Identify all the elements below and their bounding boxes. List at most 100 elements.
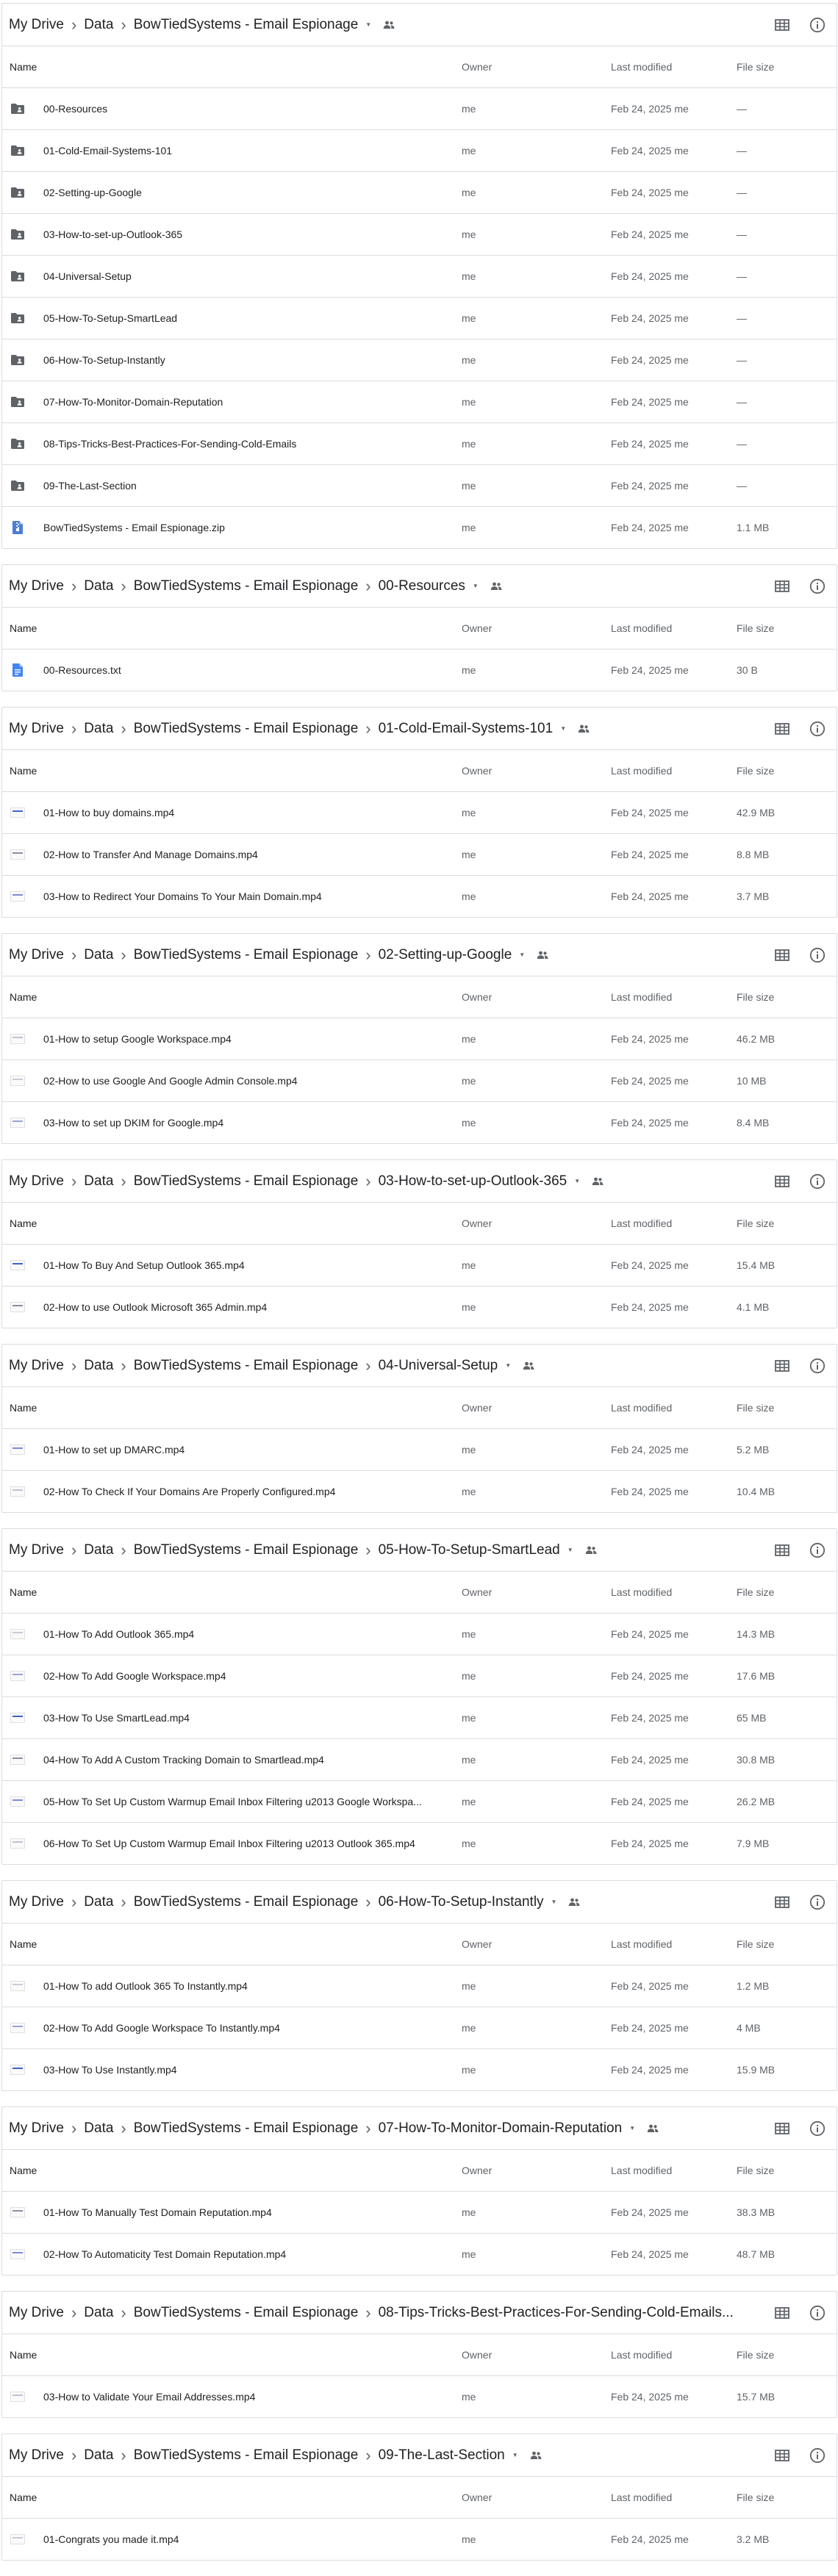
breadcrumb-item[interactable]: Data (84, 578, 113, 594)
breadcrumb-item[interactable]: Data (84, 17, 113, 33)
breadcrumb-item[interactable]: 03-How-to-set-up-Outlook-365 (379, 1173, 567, 1190)
file-row[interactable]: 01-How to buy domains.mp4 me Feb 24, 2025 … (2, 791, 837, 833)
file-row[interactable]: 02-How to use Google And Google Admin Co… (2, 1059, 837, 1101)
file-row[interactable]: 01-Congrats you made it.mp4 me Feb 24, 202… (2, 2518, 837, 2560)
file-name[interactable]: 00-Resources.txt (43, 664, 121, 676)
column-name[interactable]: Name (2, 1217, 462, 1229)
column-owner[interactable]: Owner (462, 2492, 611, 2503)
column-name[interactable]: Name (2, 1938, 462, 1950)
breadcrumb-item[interactable]: 04-Universal-Setup (379, 1358, 498, 1374)
grid-view-icon[interactable] (773, 946, 791, 964)
file-row[interactable]: 03-How to set up DKIM for Google.mp4 me Fe… (2, 1101, 837, 1143)
info-icon[interactable] (809, 1357, 826, 1375)
column-name[interactable]: Name (2, 1586, 462, 1598)
file-name[interactable]: 00-Resources (43, 103, 107, 115)
column-last-modified[interactable]: Last modified (611, 1938, 737, 1950)
info-icon[interactable] (809, 2447, 826, 2464)
column-file-size[interactable]: File size (737, 61, 832, 73)
breadcrumb-item[interactable]: 08-Tips-Tricks-Best-Practices-For-Sendin… (379, 2305, 734, 2321)
breadcrumb-item[interactable]: My Drive (9, 1542, 64, 1558)
breadcrumb-item[interactable]: My Drive (9, 17, 64, 33)
column-name[interactable]: Name (2, 1402, 462, 1414)
caret-down-icon[interactable]: ▼ (519, 951, 525, 958)
column-last-modified[interactable]: Last modified (611, 61, 737, 73)
breadcrumb-item[interactable]: BowTiedSystems - Email Espionage (134, 947, 359, 963)
file-name[interactable]: 02-Setting-up-Google (43, 187, 142, 198)
caret-down-icon[interactable]: ▼ (629, 2125, 635, 2131)
breadcrumb-item[interactable]: My Drive (9, 578, 64, 594)
column-last-modified[interactable]: Last modified (611, 2349, 737, 2361)
file-name[interactable]: 01-How to buy domains.mp4 (43, 807, 174, 819)
file-name[interactable]: 03-How to Redirect Your Domains To Your … (43, 891, 322, 902)
breadcrumb-item[interactable]: 01-Cold-Email-Systems-101 (379, 721, 554, 737)
caret-down-icon[interactable]: ▼ (560, 725, 566, 732)
file-row[interactable]: 02-How To Add Google Workspace To Instan… (2, 2007, 837, 2048)
file-row[interactable]: 01-How to set up DMARC.mp4 me Feb 24, 2025… (2, 1428, 837, 1470)
breadcrumb-item[interactable]: BowTiedSystems - Email Espionage (134, 1542, 359, 1558)
file-row[interactable]: 00-Resources me Feb 24, 2025 me — (2, 87, 837, 129)
info-icon[interactable] (809, 1893, 826, 1911)
breadcrumb-item[interactable]: 02-Setting-up-Google (379, 947, 512, 963)
file-row[interactable]: 03-How To Use Instantly.mp4 me Feb 24, 202… (2, 2048, 837, 2090)
breadcrumb-item[interactable]: My Drive (9, 1173, 64, 1190)
column-owner[interactable]: Owner (462, 2349, 611, 2361)
file-name[interactable]: BowTiedSystems - Email Espionage.zip (43, 522, 225, 533)
breadcrumb-item[interactable]: BowTiedSystems - Email Espionage (134, 2447, 359, 2464)
caret-down-icon[interactable]: ▼ (365, 21, 371, 28)
breadcrumb-item[interactable]: My Drive (9, 721, 64, 737)
breadcrumb-item[interactable]: Data (84, 1542, 113, 1558)
file-name[interactable]: 02-How to Transfer And Manage Domains.mp… (43, 849, 258, 860)
file-row[interactable]: 01-How To add Outlook 365 To Instantly.m… (2, 1965, 837, 2007)
breadcrumb-item[interactable]: My Drive (9, 2305, 64, 2321)
file-row[interactable]: 01-How to setup Google Workspace.mp4 me Fe… (2, 1018, 837, 1059)
file-row[interactable]: 01-Cold-Email-Systems-101 me Feb 24, 2025 … (2, 129, 837, 171)
column-last-modified[interactable]: Last modified (611, 622, 737, 634)
column-name[interactable]: Name (2, 2492, 462, 2503)
caret-down-icon[interactable]: ▼ (505, 1362, 511, 1369)
grid-view-icon[interactable] (773, 720, 791, 738)
column-file-size[interactable]: File size (737, 2349, 832, 2361)
file-name[interactable]: 07-How-To-Monitor-Domain-Reputation (43, 396, 223, 408)
breadcrumb-item[interactable]: My Drive (9, 1894, 64, 1910)
file-row[interactable]: 02-How To Add Google Workspace.mp4 me Feb … (2, 1655, 837, 1697)
column-owner[interactable]: Owner (462, 1402, 611, 1414)
file-row[interactable]: 03-How to Redirect Your Domains To Your … (2, 875, 837, 917)
breadcrumb-item[interactable]: BowTiedSystems - Email Espionage (134, 2305, 359, 2321)
grid-view-icon[interactable] (773, 2304, 791, 2322)
grid-view-icon[interactable] (773, 1893, 791, 1911)
file-name[interactable]: 06-How-To-Setup-Instantly (43, 354, 165, 366)
breadcrumb-item[interactable]: BowTiedSystems - Email Espionage (134, 1358, 359, 1374)
column-file-size[interactable]: File size (737, 1586, 832, 1598)
column-file-size[interactable]: File size (737, 1217, 832, 1229)
file-row[interactable]: 06-How To Set Up Custom Warmup Email Inb… (2, 1822, 837, 1864)
file-row[interactable]: 00-Resources.txt me Feb 24, 2025 me 30 B (2, 649, 837, 691)
breadcrumb-item[interactable]: Data (84, 1173, 113, 1190)
file-row[interactable]: 04-How To Add A Custom Tracking Domain t… (2, 1738, 837, 1780)
file-name[interactable]: 03-How-to-set-up-Outlook-365 (43, 229, 182, 240)
column-owner[interactable]: Owner (462, 1217, 611, 1229)
file-name[interactable]: 02-How To Add Google Workspace.mp4 (43, 1670, 226, 1682)
column-owner[interactable]: Owner (462, 61, 611, 73)
file-name[interactable]: 03-How to Validate Your Email Addresses.… (43, 2391, 255, 2403)
file-name[interactable]: 03-How To Use Instantly.mp4 (43, 2064, 177, 2076)
info-icon[interactable] (809, 1541, 826, 1559)
column-file-size[interactable]: File size (737, 2492, 832, 2503)
info-icon[interactable] (809, 578, 826, 595)
column-owner[interactable]: Owner (462, 1938, 611, 1950)
file-name[interactable]: 01-How to set up DMARC.mp4 (43, 1444, 185, 1456)
file-name[interactable]: 01-How To add Outlook 365 To Instantly.m… (43, 1980, 248, 1992)
file-row[interactable]: 03-How-to-set-up-Outlook-365 me Feb 24, 20… (2, 213, 837, 255)
file-name[interactable]: 03-How to set up DKIM for Google.mp4 (43, 1117, 223, 1129)
file-row[interactable]: 01-How To Buy And Setup Outlook 365.mp4 m… (2, 1244, 837, 1286)
breadcrumb-item[interactable]: 07-How-To-Monitor-Domain-Reputation (379, 2120, 623, 2137)
file-name[interactable]: 06-How To Set Up Custom Warmup Email Inb… (43, 1838, 415, 1849)
file-row[interactable]: 02-How to Transfer And Manage Domains.mp… (2, 833, 837, 875)
breadcrumb-item[interactable]: BowTiedSystems - Email Espionage (134, 578, 359, 594)
file-name[interactable]: 04-How To Add A Custom Tracking Domain t… (43, 1754, 324, 1766)
grid-view-icon[interactable] (773, 2447, 791, 2464)
file-row[interactable]: 09-The-Last-Section me Feb 24, 2025 me — (2, 464, 837, 506)
info-icon[interactable] (809, 720, 826, 738)
info-icon[interactable] (809, 1173, 826, 1190)
file-name[interactable]: 01-How to setup Google Workspace.mp4 (43, 1033, 232, 1045)
breadcrumb-item[interactable]: Data (84, 1894, 113, 1910)
